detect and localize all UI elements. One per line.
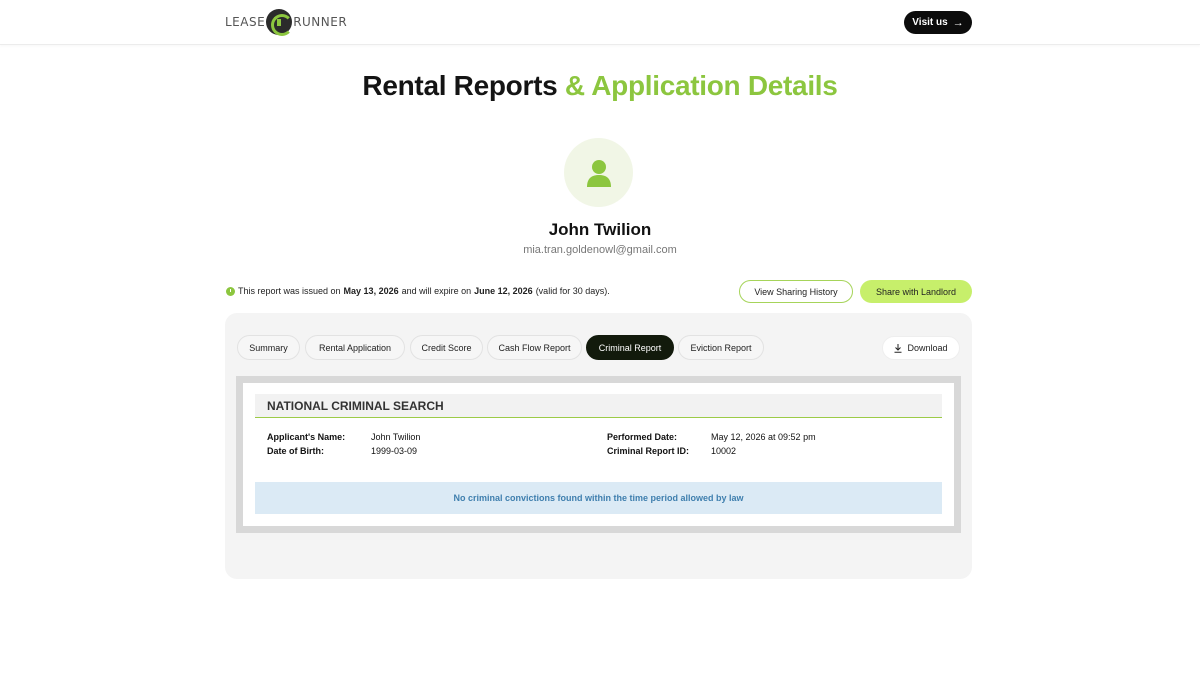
- tab-rental-application[interactable]: Rental Application: [305, 335, 405, 360]
- download-icon: [894, 343, 902, 353]
- report-panel: Summary Rental Application Credit Score …: [225, 313, 972, 579]
- download-label: Download: [907, 343, 948, 353]
- leaserunner-logo[interactable]: LEASE RUNNER: [225, 9, 348, 36]
- applicant-email: mia.tran.goldenowl@gmail.com: [523, 244, 677, 256]
- clock-icon: [226, 286, 235, 296]
- applicant-name-value: John Twilion: [371, 432, 421, 442]
- criminal-report-id-label: Criminal Report ID:: [607, 446, 690, 456]
- logo-mark-icon: [266, 9, 294, 36]
- logo-text-lease: LEASE: [225, 15, 266, 29]
- visit-us-button[interactable]: Visit us →: [904, 11, 972, 34]
- date-of-birth-label: Date of Birth:: [267, 446, 324, 456]
- expire-date: June 12, 2026: [474, 286, 533, 296]
- page-title-part1: Rental Reports: [362, 70, 558, 101]
- notice-suffix: (valid for 30 days).: [535, 286, 610, 296]
- avatar: [564, 138, 633, 207]
- tab-criminal-report[interactable]: Criminal Report: [586, 335, 674, 360]
- notice-prefix: This report was issued on: [238, 286, 341, 296]
- issued-date: May 13, 2026: [343, 286, 399, 296]
- report-validity-notice: This report was issued on May 13, 2026 a…: [226, 286, 610, 296]
- status-message: No criminal convictions found within the…: [255, 482, 942, 514]
- user-icon: [586, 159, 611, 187]
- date-of-birth-value: 1999-03-09: [371, 446, 418, 456]
- download-button[interactable]: Download: [882, 336, 960, 360]
- arrow-right-icon: →: [952, 16, 964, 29]
- criminal-report-frame: NATIONAL CRIMINAL SEARCH Applicant's Nam…: [236, 376, 961, 533]
- tab-credit-score[interactable]: Credit Score: [410, 335, 483, 360]
- performed-date-value: May 12, 2026 at 09:52 pm: [711, 432, 816, 442]
- criminal-report-id-value: 10002: [711, 446, 737, 456]
- logo-text-runner: RUNNER: [293, 15, 348, 29]
- page-title-part2: & Application Details: [564, 70, 838, 101]
- notice-middle: and will expire on: [401, 286, 472, 296]
- tab-eviction-report[interactable]: Eviction Report: [678, 335, 764, 360]
- report-title: NATIONAL CRIMINAL SEARCH: [255, 394, 942, 418]
- top-bar: LEASE RUNNER Visit us →: [0, 0, 1200, 45]
- applicant-name: John Twilion: [548, 220, 652, 239]
- applicant-name-label: Applicant's Name:: [267, 432, 346, 442]
- tab-cash-flow-report[interactable]: Cash Flow Report: [487, 335, 582, 360]
- tab-summary[interactable]: Summary: [237, 335, 300, 360]
- criminal-report: NATIONAL CRIMINAL SEARCH Applicant's Nam…: [243, 383, 954, 526]
- view-sharing-history-button[interactable]: View Sharing History: [739, 280, 853, 303]
- page-title: Rental Reports & Application Details: [0, 70, 1200, 102]
- share-with-landlord-button[interactable]: Share with Landlord: [860, 280, 972, 303]
- visit-us-label: Visit us: [912, 17, 948, 28]
- performed-date-label: Performed Date:: [607, 432, 678, 442]
